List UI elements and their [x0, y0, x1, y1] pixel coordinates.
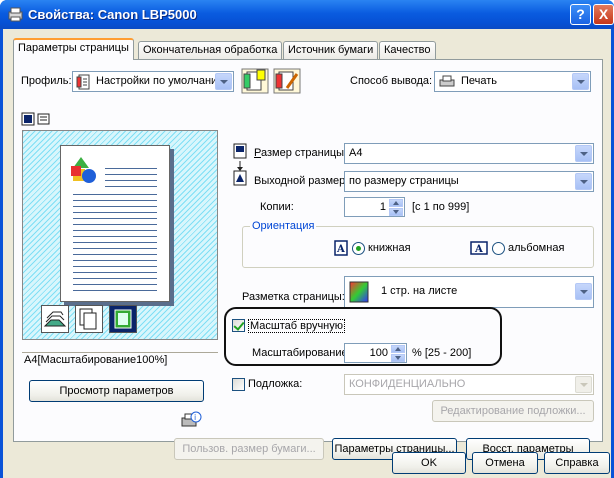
- help-title-button[interactable]: ?: [570, 4, 591, 25]
- copies-stepper[interactable]: 1: [344, 197, 405, 217]
- profile-value: Настройки по умолчанию: [96, 75, 226, 87]
- chevron-down-icon[interactable]: [575, 283, 592, 300]
- tab-panel: Профиль: Настройки по умолчанию Способ в…: [13, 59, 603, 460]
- output-size-label: Выходной размер:: [254, 175, 349, 187]
- layout-select[interactable]: 1 стр. на листе: [344, 276, 594, 308]
- orientation-legend: Ориентация: [250, 220, 317, 232]
- cancel-button[interactable]: Отмена: [472, 452, 538, 474]
- preview-status: A4[Масштабирование100%]: [22, 352, 218, 366]
- tab-label: Качество: [384, 44, 431, 56]
- spin-down-icon[interactable]: [391, 354, 405, 362]
- printer-icon: [8, 7, 23, 22]
- spin-up-icon[interactable]: [389, 199, 403, 207]
- window-title: Свойства: Canon LBP5000: [28, 7, 197, 22]
- help-button[interactable]: Справка: [544, 452, 610, 474]
- edit-profile-icon[interactable]: [273, 68, 301, 94]
- page-size-value: A4: [349, 147, 363, 159]
- watermark-checkbox[interactable]: [232, 378, 245, 391]
- svg-text:A: A: [474, 244, 483, 255]
- chevron-down-icon[interactable]: [575, 376, 592, 393]
- copies-value: 1: [379, 201, 386, 213]
- tab-finishing[interactable]: Окончательная обработка: [138, 41, 283, 59]
- custom-paper-button[interactable]: Пользов. размер бумаги...: [174, 438, 324, 460]
- portrait-icon: A: [334, 240, 348, 256]
- portrait-radio[interactable]: [352, 242, 365, 255]
- title-bar[interactable]: Свойства: Canon LBP5000 ? X: [0, 0, 614, 29]
- layout-icon: [349, 281, 369, 303]
- printer-icon: [439, 75, 455, 87]
- view-mode-icon[interactable]: [21, 112, 51, 126]
- pages-stack-icon[interactable]: [75, 305, 103, 333]
- landscape-label: альбомная: [508, 242, 565, 254]
- layout-preview: [22, 130, 218, 340]
- manual-scale-label: Масштаб вручную: [248, 319, 346, 333]
- profile-icon: [76, 74, 90, 90]
- output-method-value: Печать: [461, 75, 498, 87]
- chevron-down-icon[interactable]: [215, 73, 232, 90]
- preview-page: [60, 145, 170, 302]
- output-method-label: Способ вывода:: [350, 75, 433, 87]
- page-size-label: Размер страницы:: [254, 147, 348, 159]
- output-method-select[interactable]: Печать: [434, 71, 591, 92]
- color-mode-icon[interactable]: [109, 305, 137, 333]
- tab-label: Источник бумаги: [288, 44, 374, 56]
- output-size-select[interactable]: по размеру страницы: [344, 171, 594, 192]
- profile-label: Профиль:: [21, 75, 72, 87]
- page-size-select[interactable]: A4: [344, 143, 594, 164]
- tab-label: Окончательная обработка: [143, 44, 278, 56]
- edit-watermark-button[interactable]: Редактирование подложки...: [432, 400, 594, 422]
- printer-info-icon[interactable]: i: [180, 411, 202, 429]
- landscape-radio[interactable]: [492, 242, 505, 255]
- watermark-label: Подложка:: [248, 378, 303, 390]
- dialog-client: Параметры страницы Окончательная обработ…: [3, 29, 611, 478]
- chevron-down-icon[interactable]: [572, 73, 589, 90]
- tab-page-setup[interactable]: Параметры страницы: [13, 38, 134, 60]
- close-button[interactable]: X: [593, 4, 614, 25]
- tab-paper-source[interactable]: Источник бумаги: [283, 41, 379, 59]
- preview-graphic: [71, 157, 96, 183]
- ok-button[interactable]: OK: [392, 452, 466, 474]
- view-settings-button[interactable]: Просмотр параметров: [29, 380, 204, 402]
- copies-range: [с 1 по 999]: [412, 201, 470, 213]
- svg-text:A: A: [336, 244, 345, 255]
- scaling-label: Масштабирование:: [252, 347, 351, 359]
- chevron-down-icon[interactable]: [575, 145, 592, 162]
- scaling-value: 100: [369, 347, 388, 359]
- spin-down-icon[interactable]: [389, 208, 403, 216]
- copies-label: Копии:: [260, 201, 294, 213]
- window: Свойства: Canon LBP5000 ? X Параметры ст…: [0, 0, 614, 478]
- layout-value: 1 стр. на листе: [381, 285, 458, 297]
- scaling-range: % [25 - 200]: [412, 347, 472, 359]
- add-profile-icon[interactable]: [241, 68, 269, 94]
- chevron-down-icon[interactable]: [575, 173, 592, 190]
- tab-quality[interactable]: Качество: [379, 41, 436, 59]
- output-size-icon: [233, 170, 247, 186]
- scaling-stepper[interactable]: 100: [344, 343, 407, 363]
- output-size-value: по размеру страницы: [349, 175, 459, 187]
- print-style-icon[interactable]: [41, 305, 69, 333]
- svg-text:i: i: [194, 413, 196, 422]
- watermark-select[interactable]: КОНФИДЕНЦИАЛЬНО: [344, 374, 594, 395]
- manual-scale-checkbox[interactable]: [232, 319, 245, 332]
- watermark-value: КОНФИДЕНЦИАЛЬНО: [349, 378, 466, 390]
- layout-label: Разметка страницы:: [242, 291, 345, 303]
- page-size-icon: [233, 143, 247, 159]
- tab-label: Параметры страницы: [18, 42, 129, 54]
- spin-up-icon[interactable]: [391, 345, 405, 353]
- portrait-label: книжная: [368, 242, 411, 254]
- profile-select[interactable]: Настройки по умолчанию: [72, 71, 234, 92]
- landscape-icon: A: [470, 241, 488, 255]
